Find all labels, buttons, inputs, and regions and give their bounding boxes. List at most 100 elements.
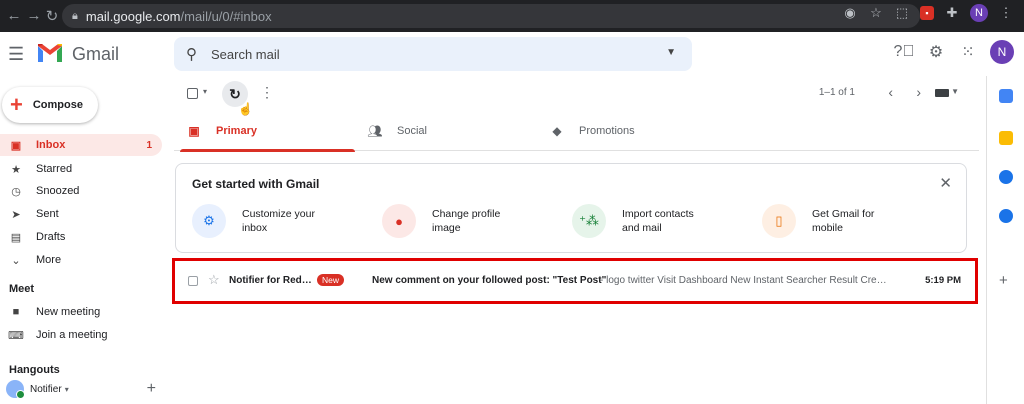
tab-primary[interactable]: ▣ Primary [180, 110, 361, 152]
sidebar-item-drafts[interactable]: ▤ Drafts [0, 226, 162, 248]
sidebar-item-label: Starred [36, 163, 73, 175]
tasks-icon[interactable] [999, 170, 1013, 184]
people-icon: 👥︎ [367, 123, 383, 138]
sidebar: + Compose ▣ Inbox 1 ★ Starred ◷ Snoozed … [0, 76, 170, 404]
settings-gear-icon: ⚙ [192, 204, 226, 238]
sidebar-item-new-meeting[interactable]: ■ New meeting [0, 301, 162, 323]
search-bar[interactable]: ⚲ Search mail ▼ [174, 37, 692, 71]
sidebar-item-label: Join a meeting [36, 329, 108, 341]
pagination-text: 1–1 of 1 [818, 87, 855, 98]
compose-plus-icon: + [10, 92, 23, 117]
meet-section-title: Meet [9, 283, 35, 295]
clock-icon: ◷ [11, 185, 21, 198]
sidebar-item-starred[interactable]: ★ Starred [0, 158, 162, 180]
tab-label: Primary [216, 124, 257, 137]
bookmark-star-icon[interactable]: ☆ [868, 5, 884, 21]
highlight-box [172, 258, 978, 304]
tab-label: Social [397, 124, 427, 137]
gmail-logo-icon[interactable] [36, 42, 64, 64]
hangouts-section-title: Hangouts [9, 364, 60, 376]
url-path: /mail/u/0/#inbox [180, 8, 272, 24]
browser-toolbar: ← → ↻ 🔒︎ mail.google.com /mail/u/0/#inbo… [0, 0, 1024, 32]
side-panel: + [986, 76, 1024, 404]
chevron-down-icon: ⌄ [11, 254, 21, 267]
tag-icon: ◆ [552, 123, 562, 138]
apps-grid-icon[interactable]: ⁙ [958, 42, 978, 62]
sidebar-item-label: Snoozed [36, 185, 80, 197]
address-bar[interactable]: 🔒︎ mail.google.com /mail/u/0/#inbox [62, 4, 920, 28]
hangouts-avatar [6, 380, 25, 399]
video-icon: ■ [12, 306, 20, 318]
mail-toolbar: ▾ ↻ ☝ ⋮ 1–1 of 1 ‹ › ▼ [174, 76, 979, 116]
compose-button[interactable]: + Compose [2, 87, 98, 123]
keyboard-icon: ⌨ [8, 329, 24, 342]
eye-icon[interactable]: ◉ [842, 5, 858, 21]
sidebar-item-join-meeting[interactable]: ⌨ Join a meeting [0, 324, 162, 346]
extension-icon[interactable]: ▪ [920, 6, 934, 20]
more-options-icon[interactable]: ⋮ [260, 84, 274, 101]
select-all-checkbox[interactable] [187, 88, 198, 99]
refresh-icon: ↻ [229, 85, 241, 102]
add-people-icon: ⁺⁂ [572, 204, 606, 238]
contacts-icon[interactable] [999, 209, 1013, 223]
older-icon[interactable]: › [916, 84, 921, 100]
sidebar-item-label: Sent [36, 208, 59, 220]
chevron-down-icon[interactable]: ▾ [65, 385, 69, 394]
send-icon: ➤ [11, 208, 21, 221]
hangouts-user-name: Notifier [30, 383, 62, 395]
calendar-icon[interactable] [999, 89, 1013, 103]
sidebar-item-more[interactable]: ⌄ More [0, 249, 162, 271]
unread-count: 1 [146, 139, 152, 151]
input-tools-icon[interactable] [935, 89, 949, 97]
get-started-title: Get started with Gmail [192, 177, 320, 191]
select-options-icon[interactable]: ▾ [203, 87, 207, 96]
search-input[interactable]: Search mail [211, 47, 280, 62]
compose-label: Compose [32, 99, 83, 111]
close-icon[interactable]: ✕ [939, 174, 952, 192]
gmail-header: ☰ Gmail ⚲ Search mail ▼ ?⃝ ⚙ ⁙ N [0, 32, 1024, 76]
sidebar-item-inbox[interactable]: ▣ Inbox 1 [0, 134, 162, 156]
gs-label: Change profile image [432, 208, 501, 234]
active-tab-indicator [180, 149, 355, 152]
change-profile-image-item[interactable]: ● Change profile image [382, 204, 532, 238]
app-name: Gmail [72, 44, 120, 64]
search-options-icon[interactable]: ▼ [666, 47, 676, 58]
keep-icon[interactable] [999, 131, 1013, 145]
tab-label: Promotions [579, 124, 635, 137]
search-icon[interactable]: ⚲ [186, 45, 197, 63]
lock-icon: 🔒︎ [72, 9, 78, 22]
profile-icon: ● [382, 204, 416, 238]
browser-profile-avatar[interactable]: N [970, 4, 988, 22]
account-avatar[interactable]: N [990, 40, 1014, 64]
sidebar-item-sent[interactable]: ➤ Sent [0, 203, 162, 225]
gs-label: Import contacts and mail [622, 208, 694, 234]
puzzle-icon[interactable]: ✚ [944, 5, 960, 21]
newer-icon[interactable]: ‹ [888, 84, 893, 100]
sidebar-item-label: More [36, 254, 62, 266]
import-contacts-item[interactable]: ⁺⁂ Import contacts and mail [572, 204, 722, 238]
add-hangout-icon[interactable]: + [147, 380, 156, 398]
get-gmail-mobile-item[interactable]: ▯ Get Gmail for mobile [762, 204, 912, 238]
chevron-down-icon[interactable]: ▼ [951, 87, 959, 96]
reload-icon[interactable]: ↻ [40, 7, 64, 25]
gs-label: Get Gmail for mobile [812, 208, 875, 234]
get-started-card: Get started with Gmail ✕ ⚙ Customize you… [175, 163, 967, 253]
hangouts-user[interactable]: Notifier ▾ + [6, 380, 162, 399]
customize-inbox-item[interactable]: ⚙ Customize your inbox [192, 204, 342, 238]
gs-label: Customize your inbox [242, 208, 315, 234]
phone-icon: ▯ [762, 204, 796, 238]
add-addon-icon[interactable]: + [999, 272, 1008, 289]
browser-menu-icon[interactable]: ⋮ [998, 5, 1014, 21]
url-host: mail.google.com [85, 8, 181, 24]
main-menu-icon[interactable]: ☰ [8, 44, 24, 65]
inbox-icon: ▣ [10, 139, 22, 152]
inbox-icon: ▣ [188, 123, 200, 138]
settings-gear-icon[interactable]: ⚙ [926, 42, 946, 62]
tab-social[interactable]: 👥︎ Social [367, 110, 542, 151]
sidebar-item-snoozed[interactable]: ◷ Snoozed [0, 180, 162, 202]
help-icon[interactable]: ?⃝ [894, 42, 915, 62]
sidebar-item-label: Inbox [36, 139, 66, 151]
star-icon: ★ [11, 163, 21, 176]
tab-promotions[interactable]: ◆ Promotions [549, 110, 724, 151]
extension-placeholder-icon[interactable]: ⬚ [894, 5, 910, 21]
